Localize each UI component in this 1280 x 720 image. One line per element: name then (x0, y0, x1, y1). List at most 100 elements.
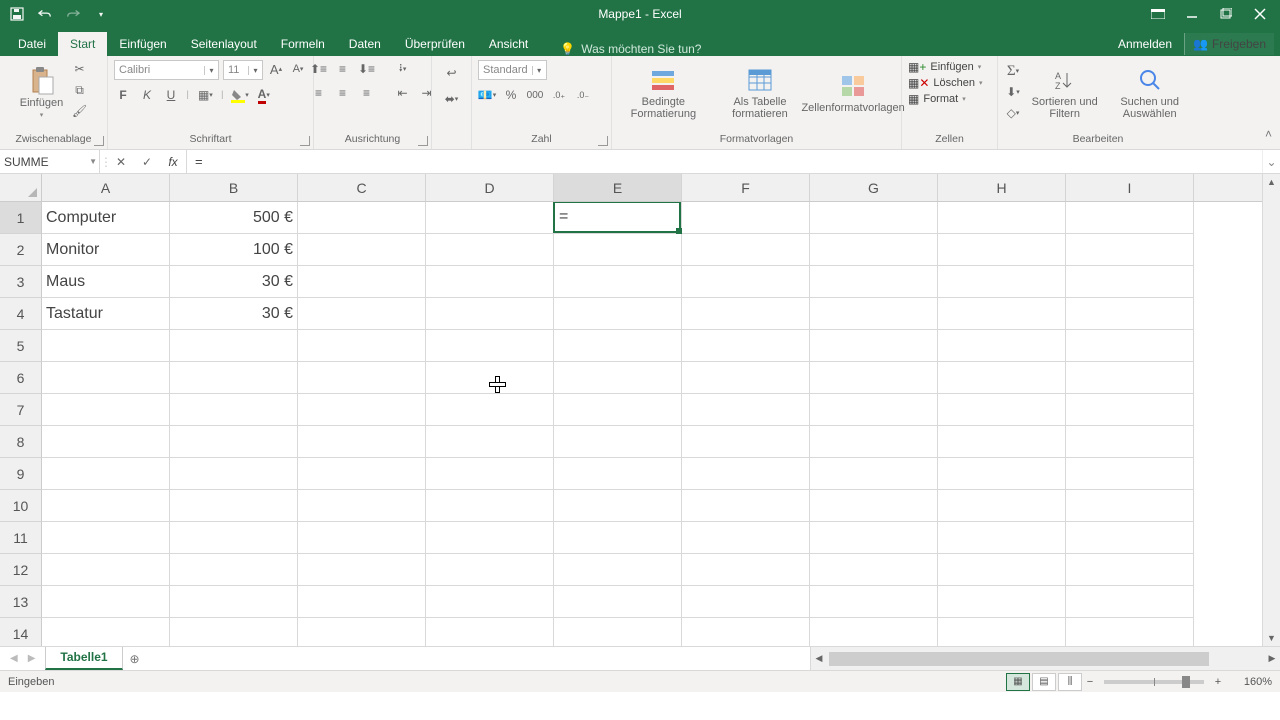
decrease-indent-icon[interactable]: ⇤ (394, 84, 412, 102)
chevron-down-icon[interactable]: ▼ (89, 157, 97, 166)
copy-icon[interactable]: ⧉ (71, 81, 89, 99)
cell[interactable] (938, 522, 1066, 554)
cell[interactable] (298, 266, 426, 298)
cell[interactable] (554, 362, 682, 394)
cell[interactable] (42, 522, 170, 554)
sort-filter-button[interactable]: AZ Sortieren und Filtern (1028, 60, 1101, 126)
row-header[interactable]: 14 (0, 618, 41, 646)
cell[interactable]: 30 € (170, 298, 298, 330)
zoom-level[interactable]: 160% (1226, 676, 1272, 688)
align-top-icon[interactable]: ⬆≡ (310, 60, 328, 78)
cell[interactable] (170, 458, 298, 490)
cell[interactable] (938, 330, 1066, 362)
ribbon-display-options-icon[interactable] (1146, 4, 1170, 24)
column-header[interactable]: C (298, 174, 426, 201)
cell[interactable] (554, 458, 682, 490)
column-header[interactable]: A (42, 174, 170, 201)
cell[interactable] (682, 298, 810, 330)
cell[interactable] (42, 458, 170, 490)
cell[interactable] (554, 266, 682, 298)
dialog-launcher-icon[interactable] (300, 136, 310, 146)
row-header[interactable]: 6 (0, 362, 41, 394)
font-color-icon[interactable]: A▾ (255, 86, 273, 104)
cell[interactable] (682, 490, 810, 522)
cell[interactable] (1066, 394, 1194, 426)
accounting-format-icon[interactable]: 💶▾ (478, 86, 496, 104)
align-bottom-icon[interactable]: ⬇≡ (358, 60, 376, 78)
expand-formula-bar-icon[interactable]: ⌄ (1262, 150, 1280, 173)
number-format-combo[interactable]: Standard▾ (478, 60, 547, 80)
borders-icon[interactable]: ▦▾ (196, 86, 214, 104)
cell[interactable] (810, 490, 938, 522)
cell[interactable] (1066, 586, 1194, 618)
row-header[interactable]: 2 (0, 234, 41, 266)
column-header[interactable]: H (938, 174, 1066, 201)
cell[interactable] (298, 458, 426, 490)
name-box[interactable]: SUMME ▼ (0, 150, 100, 173)
autosum-icon[interactable]: Σ▾ (1004, 62, 1022, 80)
horizontal-scrollbar[interactable]: ◀ ▶ (810, 647, 1280, 670)
cell[interactable] (938, 586, 1066, 618)
cells-area[interactable]: Computer500 €Monitor100 €Maus30 €Tastatu… (42, 202, 1262, 646)
cell[interactable] (938, 618, 1066, 646)
cell[interactable] (426, 394, 554, 426)
cell[interactable] (1066, 618, 1194, 646)
cell[interactable] (938, 202, 1066, 234)
cell[interactable] (1066, 490, 1194, 522)
row-header[interactable]: 10 (0, 490, 41, 522)
insert-cells-button[interactable]: ▦+Einfügen▾ (908, 60, 981, 74)
cell[interactable] (42, 330, 170, 362)
cell[interactable] (170, 586, 298, 618)
cell[interactable] (682, 330, 810, 362)
cell[interactable] (170, 426, 298, 458)
row-header[interactable]: 8 (0, 426, 41, 458)
cut-icon[interactable]: ✂ (71, 60, 89, 78)
delete-cells-button[interactable]: ▦✕Löschen▾ (908, 76, 983, 90)
cell[interactable]: Maus (42, 266, 170, 298)
percent-format-icon[interactable]: % (502, 86, 520, 104)
cell[interactable] (426, 234, 554, 266)
scroll-right-icon[interactable]: ▶ (1264, 653, 1280, 664)
grow-font-icon[interactable]: A▴ (267, 60, 285, 78)
cell[interactable] (426, 458, 554, 490)
cell[interactable] (810, 298, 938, 330)
cell[interactable] (298, 234, 426, 266)
normal-view-button[interactable]: ▦ (1006, 673, 1030, 691)
ribbon-tab-start[interactable]: Start (58, 32, 107, 56)
ribbon-tab-formeln[interactable]: Formeln (269, 32, 337, 56)
cell[interactable] (1066, 266, 1194, 298)
qat-customize-icon[interactable]: ▾ (94, 7, 108, 21)
row-headers[interactable]: 1234567891011121314 (0, 202, 42, 646)
cell[interactable] (682, 554, 810, 586)
cell[interactable] (42, 618, 170, 646)
find-select-button[interactable]: Suchen und Auswählen (1107, 60, 1192, 126)
cell[interactable] (1066, 458, 1194, 490)
row-header[interactable]: 11 (0, 522, 41, 554)
column-header[interactable]: E (554, 174, 682, 201)
cell[interactable] (554, 426, 682, 458)
sheet-tab[interactable]: Tabelle1 (45, 647, 122, 670)
cell[interactable]: 30 € (170, 266, 298, 298)
cell[interactable] (682, 426, 810, 458)
zoom-out-button[interactable]: − (1082, 676, 1098, 688)
close-icon[interactable] (1248, 4, 1272, 24)
format-cells-button[interactable]: ▦Format▾ (908, 92, 966, 106)
column-header[interactable]: G (810, 174, 938, 201)
scroll-down-icon[interactable]: ▼ (1263, 630, 1280, 646)
cell[interactable] (554, 490, 682, 522)
cell[interactable] (938, 426, 1066, 458)
cell[interactable] (938, 362, 1066, 394)
font-size-combo[interactable]: 11▾ (223, 60, 263, 80)
conditional-formatting-button[interactable]: Bedingte Formatierung (618, 60, 709, 126)
cell[interactable] (938, 394, 1066, 426)
row-header[interactable]: 13 (0, 586, 41, 618)
cell[interactable] (554, 586, 682, 618)
cell[interactable] (938, 490, 1066, 522)
cell[interactable] (810, 266, 938, 298)
cell[interactable] (810, 362, 938, 394)
cell[interactable] (938, 298, 1066, 330)
fill-color-icon[interactable]: ▾ (231, 86, 249, 104)
cell[interactable] (170, 394, 298, 426)
cell[interactable] (426, 202, 554, 234)
new-sheet-button[interactable]: ⊕ (123, 647, 147, 670)
